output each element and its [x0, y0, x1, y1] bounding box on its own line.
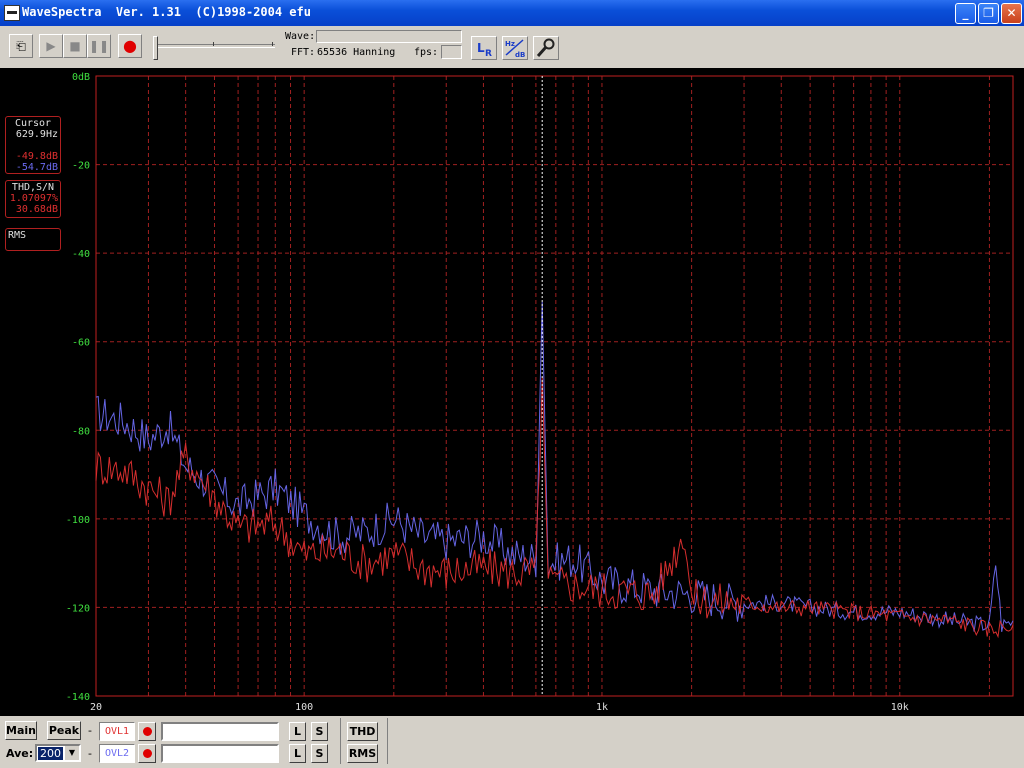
fps-label: fps:	[414, 47, 439, 58]
record-button[interactable]: ●	[118, 34, 142, 58]
wave-field	[316, 30, 462, 43]
sn-value: 30.68dB	[15, 204, 58, 215]
window-title: WaveSpectra Ver. 1.31 (C)1998-2004 efu	[22, 5, 311, 19]
record-ch2-button[interactable]	[138, 744, 156, 763]
svg-text:Hz: Hz	[505, 40, 515, 48]
fft-value: 65536 Hanning	[317, 47, 396, 58]
thd-button[interactable]: THD	[347, 722, 378, 741]
spectrum-series-2	[95, 377, 1014, 639]
pause-button[interactable]: ❚❚	[87, 34, 111, 58]
y-tick-label: -60	[72, 338, 90, 349]
channel-lr-button[interactable]: L R	[471, 36, 497, 60]
cursor-title: Cursor	[14, 118, 52, 129]
divider	[387, 718, 388, 764]
ave-label: Ave:	[6, 747, 34, 760]
wave-label: Wave:	[285, 31, 316, 42]
svg-text:R: R	[485, 49, 492, 59]
spectrum-panel: 0dB -20 -40 -60 -80 -100 -120 -140 20 100 1k 10k Cu…	[0, 68, 1024, 716]
ch2-s-button[interactable]: S	[311, 744, 328, 763]
y-tick-label: -80	[72, 426, 90, 437]
y-tick-label: -140	[66, 692, 90, 703]
cursor-freq: 629.9Hz	[15, 129, 58, 140]
dash-2: -	[88, 747, 92, 760]
y-tick-label: -40	[72, 249, 90, 260]
ch1-s-button[interactable]: S	[311, 722, 328, 741]
rms-title: RMS	[8, 230, 27, 241]
title-bar: WaveSpectra Ver. 1.31 (C)1998-2004 efu _…	[0, 0, 1024, 26]
x-tick-label: 10k	[891, 702, 909, 713]
thd-box: THD,S/N 1.07097% 30.68dB	[5, 180, 61, 218]
spectrum-plot[interactable]: 0dB -20 -40 -60 -80 -100 -120 -14020 100 1k 10k	[0, 68, 1024, 716]
minimize-button[interactable]: _	[955, 3, 976, 24]
svg-text:L: L	[477, 41, 485, 55]
thd-title: THD,S/N	[11, 182, 55, 193]
stop-button[interactable]: ■	[63, 34, 87, 58]
lr-icon: L R	[477, 41, 492, 59]
y-tick-label: -20	[72, 161, 90, 172]
slider-tick	[272, 42, 273, 46]
y-tick-label: 0dB	[72, 72, 90, 83]
scale-hz-db-button[interactable]: Hz dB	[502, 36, 528, 60]
y-tick-label: -100	[66, 515, 90, 526]
hz-db-icon: Hz dB	[505, 39, 525, 59]
average-select[interactable]: 200 ▼	[35, 744, 81, 762]
ch1-l-button[interactable]: L	[289, 722, 306, 741]
app-icon[interactable]	[4, 5, 20, 21]
svg-text:dB: dB	[515, 51, 525, 59]
ch2-l-button[interactable]: L	[289, 744, 306, 763]
chevron-down-icon[interactable]: ▼	[65, 746, 79, 760]
dash-1: -	[88, 724, 92, 737]
ovl1-indicator: OVL1	[99, 722, 135, 741]
peak-button[interactable]: Peak	[47, 721, 81, 740]
cursor-r-value: -54.7dB	[15, 162, 58, 173]
position-slider[interactable]	[155, 44, 275, 48]
cursor-box: Cursor 629.9Hz -49.8dB -54.7dB	[5, 116, 61, 174]
spectrum-series-1	[95, 301, 1014, 632]
x-tick-label: 100	[295, 702, 313, 713]
record-ch1-button[interactable]	[138, 722, 156, 741]
slider-thumb[interactable]	[153, 36, 158, 60]
wrench-icon	[536, 38, 555, 57]
slider-tick	[213, 42, 214, 46]
plot-border	[95, 75, 1014, 697]
ch2-level-field[interactable]	[161, 744, 279, 763]
fft-label: FFT:	[291, 47, 316, 58]
main-button[interactable]: Main	[5, 721, 37, 740]
rms-box: RMS	[5, 228, 61, 251]
y-tick-label: -120	[66, 603, 90, 614]
settings-button[interactable]	[533, 36, 559, 60]
open-file-icon[interactable]: ⎗	[9, 34, 33, 58]
close-button[interactable]: ✕	[1001, 3, 1022, 24]
x-tick-label: 20	[90, 702, 102, 713]
bottom-panel: Main Peak Ave: 200 ▼ - OVL1 L S - OVL2 L…	[0, 716, 1024, 768]
cursor-l-value: -49.8dB	[15, 151, 58, 162]
ch1-level-field[interactable]	[161, 722, 279, 741]
thd-value: 1.07097%	[9, 193, 58, 204]
ovl2-indicator: OVL2	[99, 744, 135, 763]
x-tick-label: 1k	[596, 702, 608, 713]
fps-field	[441, 45, 462, 59]
average-value: 200	[38, 747, 63, 760]
maximize-button[interactable]: ❐	[978, 3, 999, 24]
rms-button[interactable]: RMS	[347, 744, 378, 763]
play-button[interactable]: ▶	[39, 34, 63, 58]
